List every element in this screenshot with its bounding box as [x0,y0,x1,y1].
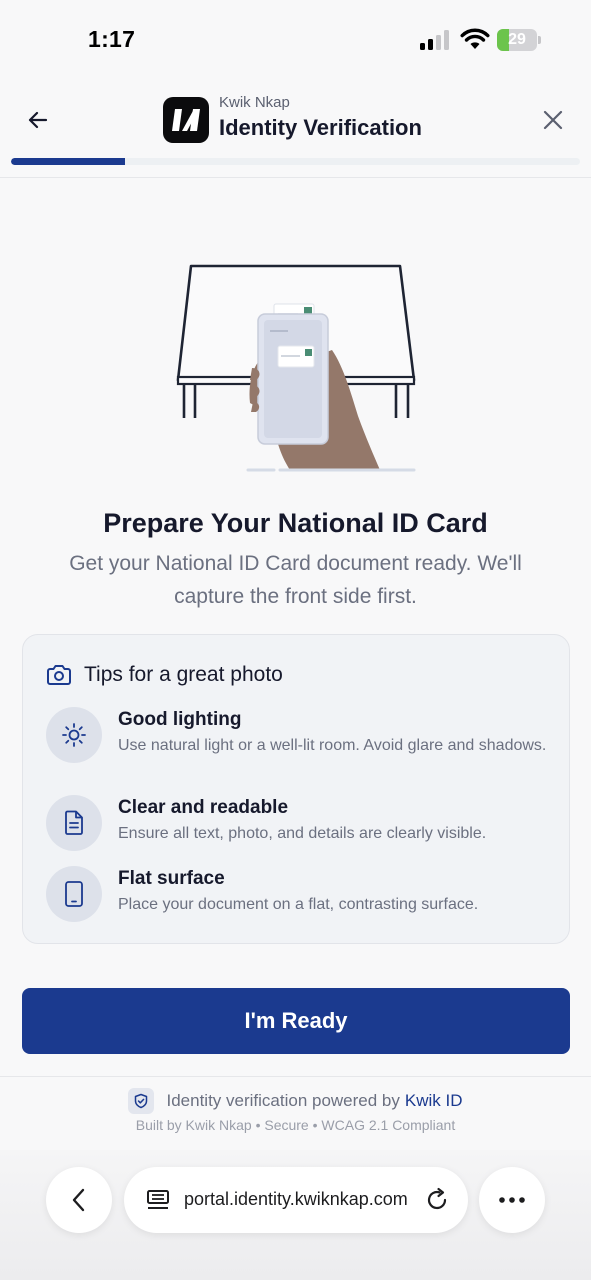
footer-divider [0,1076,591,1077]
shield-badge [128,1088,155,1114]
signal-icon [420,30,449,50]
brand-logo-icon [172,109,200,131]
tip-title: Flat surface [118,868,225,889]
browser-back-icon [72,1188,85,1212]
tablet-icon [65,881,83,907]
reload-icon[interactable] [424,1187,450,1213]
wifi-icon [460,28,490,49]
tips-title: Tips for a great photo [84,663,283,686]
id-card-illustration [176,264,416,472]
page: 1:17 29 Kwik Nkap Identity Verification … [0,0,591,1280]
battery-level: 29 [508,31,526,48]
url-text: portal.identity.kwiknkap.com [184,1189,408,1210]
page-title: Identity Verification [219,115,422,140]
tips-card: Tips for a great photo Good lighting Use… [22,634,570,944]
battery-body: 29 [497,29,537,51]
footer-powered-by: Identity verification powered by Kwik ID [0,1088,591,1114]
camera-icon [47,665,71,685]
progress-bar [11,158,580,165]
powered-by-text: Identity verification powered by [166,1091,400,1110]
brand-name: Kwik Nkap [219,94,290,111]
header: Kwik Nkap Identity Verification [0,80,591,178]
back-button[interactable] [22,104,54,136]
brand-logo [163,97,209,143]
tip-description: Place your document on a flat, contrasti… [118,896,479,913]
close-button[interactable] [537,104,569,136]
document-icon [65,810,83,835]
address-bar[interactable]: portal.identity.kwiknkap.com [124,1167,468,1233]
reader-icon[interactable] [146,1188,170,1212]
shield-icon [135,1093,148,1109]
battery-tip [538,36,541,44]
battery-icon: 29 [497,29,541,51]
im-ready-button[interactable]: I'm Ready [22,988,570,1054]
tip-icon-circle [46,707,102,763]
footer-meta: Built by Kwik Nkap • Secure • WCAG 2.1 C… [135,1117,456,1133]
tips-header: Tips for a great photo [46,661,283,689]
more-icon [499,1197,525,1203]
status-time: 1:17 [88,26,136,52]
browser-back-button[interactable] [46,1167,112,1233]
sun-icon [62,723,86,747]
back-arrow-icon [28,111,48,129]
browser-more-button[interactable] [479,1167,545,1233]
tip-title: Clear and readable [118,797,289,818]
headline: Prepare Your National ID Card [103,508,488,538]
subtext: Get your National ID Card document ready… [69,552,522,608]
tip-title: Good lighting [118,709,242,730]
status-bar: 1:17 29 [0,0,591,80]
tip-description: Use natural light or a well-lit room. Av… [118,737,547,754]
tip-description: Ensure all text, photo, and details are … [118,825,487,842]
close-icon [543,110,563,130]
kwik-id-link[interactable]: Kwik ID [405,1091,463,1111]
tip-icon-circle [46,866,102,922]
url-value: portal.identity.kwiknkap.com [184,1189,408,1209]
browser-toolbar: portal.identity.kwiknkap.com [0,1150,591,1280]
tip-icon-circle [46,795,102,851]
progress-fill [11,158,125,165]
